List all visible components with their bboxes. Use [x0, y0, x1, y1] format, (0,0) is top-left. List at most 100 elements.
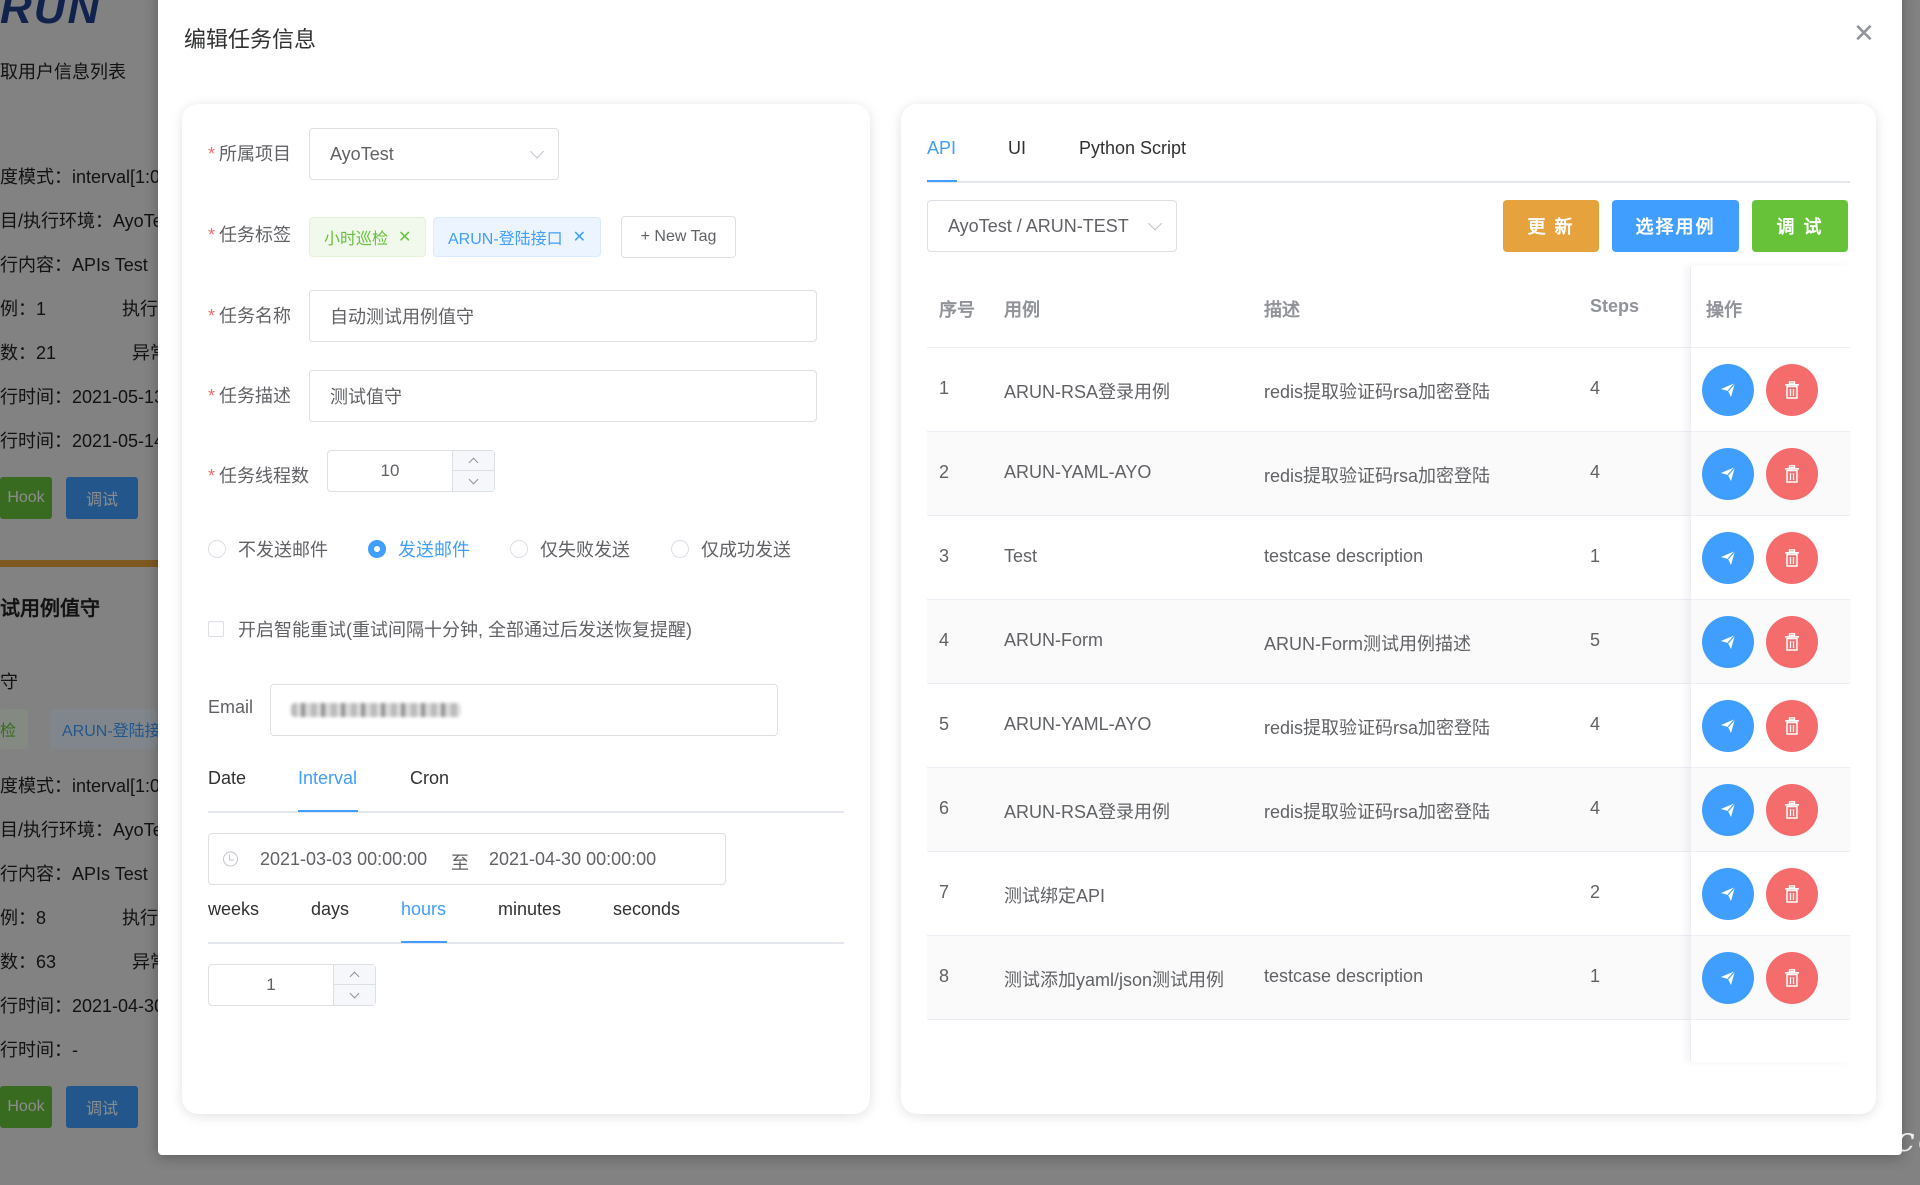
column-header: 用例 — [1004, 300, 1040, 320]
date-range-picker[interactable]: 2021-03-03 00:00:00 至 2021-04-30 00:00:0… — [208, 833, 726, 885]
row-number: 7 — [939, 882, 950, 902]
task-name-input[interactable]: 自动测试用例值守 — [309, 290, 817, 342]
row-description: redis提取验证码rsa加密登陆 — [1264, 466, 1491, 486]
row-case-name: ARUN-RSA登录用例 — [1004, 382, 1171, 402]
row-case-name: Test — [1004, 546, 1038, 566]
row-steps: 2 — [1590, 882, 1601, 902]
interval-unit-tabs: weeks days hours minutes seconds — [208, 899, 844, 939]
chevron-down-icon — [468, 474, 479, 484]
row-description: redis提取验证码rsa加密登陆 — [1264, 802, 1491, 822]
tags-label: * 任务标签 — [208, 225, 292, 245]
row-steps: 5 — [1590, 630, 1601, 650]
dialog-title: 编辑任务信息 — [184, 27, 317, 52]
name-label: * 任务名称 — [208, 306, 292, 326]
tab-seconds[interactable]: seconds — [613, 899, 680, 920]
tab-days[interactable]: days — [311, 899, 349, 920]
radio-success-only[interactable]: 仅成功发送 — [671, 536, 791, 562]
row-steps: 4 — [1590, 462, 1601, 482]
tab-minutes[interactable]: minutes — [498, 899, 561, 920]
testcase-card: API UI Python Script AyoTest / ARUN-TEST… — [901, 104, 1876, 1114]
chevron-down-icon — [529, 144, 545, 159]
row-case-name: ARUN-RSA登录用例 — [1004, 802, 1171, 822]
tab-weeks[interactable]: weeks — [208, 899, 259, 920]
task-desc-input[interactable]: 测试值守 — [309, 370, 817, 422]
row-case-name: 测试添加yaml/json测试用例 — [1004, 970, 1225, 990]
row-case-name: 测试绑定API — [1004, 886, 1106, 906]
row-number: 3 — [939, 546, 950, 566]
threads-label: * 任务线程数 — [208, 466, 310, 486]
row-number: 6 — [939, 798, 950, 818]
range-end: 2021-04-30 00:00:00 — [489, 849, 657, 869]
row-case-name: ARUN-Form — [1004, 630, 1103, 650]
new-tag-button[interactable]: + New Tag — [621, 216, 736, 258]
radio-fail-only[interactable]: 仅失败发送 — [510, 536, 630, 562]
range-separator: 至 — [451, 853, 469, 873]
tab-divider — [208, 942, 844, 944]
radio-no-mail[interactable]: 不发送邮件 — [208, 536, 328, 562]
chevron-up-icon — [349, 971, 360, 982]
smart-retry-checkbox[interactable]: 开启智能重试(重试间隔十分钟, 全部通过后发送恢复提醒) — [208, 616, 692, 642]
increase-button[interactable] — [334, 965, 375, 985]
column-header: 描述 — [1264, 300, 1300, 320]
email-label: Email — [208, 697, 254, 717]
tab-date[interactable]: Date — [208, 768, 246, 789]
tab-api[interactable]: API — [927, 138, 956, 159]
row-case-name: ARUN-YAML-AYO — [1004, 462, 1152, 482]
close-icon[interactable]: ✕ — [398, 227, 411, 247]
row-number: 2 — [939, 462, 950, 482]
row-case-name: ARUN-YAML-AYO — [1004, 714, 1152, 734]
tab-python-script[interactable]: Python Script — [1079, 138, 1186, 159]
desc-label: * 任务描述 — [208, 386, 292, 406]
row-description: testcase description — [1264, 966, 1424, 986]
tab-active-indicator — [401, 941, 447, 943]
project-select[interactable]: AyoTest — [309, 128, 559, 180]
column-header: Steps — [1590, 296, 1640, 316]
watermark: testerhome.com — [1656, 1120, 1920, 1160]
row-steps: 4 — [1590, 798, 1601, 818]
close-icon[interactable]: ✕ — [573, 227, 586, 247]
tab-hours[interactable]: hours — [401, 899, 446, 920]
project-label: * 所属项目 — [208, 144, 292, 164]
interval-stepper[interactable]: 1 — [208, 964, 376, 1006]
row-description: ARUN-Form测试用例描述 — [1264, 634, 1471, 654]
row-description: testcase description — [1264, 546, 1424, 566]
row-steps: 4 — [1590, 378, 1601, 398]
row-number: 4 — [939, 630, 950, 650]
redacted-email — [291, 703, 461, 717]
update-button[interactable]: 更 新 — [1503, 200, 1599, 252]
tab-interval[interactable]: Interval — [298, 768, 357, 789]
row-description: redis提取验证码rsa加密登陆 — [1264, 718, 1491, 738]
task-tag: ARUN-登陆接口 ✕ — [433, 217, 602, 257]
threads-value: 10 — [380, 461, 400, 480]
threads-stepper[interactable]: 10 — [327, 450, 495, 492]
actions-fixed-column — [1690, 266, 1850, 1062]
row-steps: 4 — [1590, 714, 1601, 734]
schedule-tabs: Date Interval Cron — [208, 768, 844, 808]
tab-ui[interactable]: UI — [1008, 138, 1026, 159]
chevron-down-icon — [349, 988, 360, 998]
task-tag: 小时巡检 ✕ — [309, 217, 427, 257]
testcase-type-tabs: API UI Python Script — [927, 138, 1850, 178]
env-select[interactable]: AyoTest / ARUN-TEST — [927, 200, 1177, 252]
interval-value: 1 — [266, 975, 276, 994]
column-header: 序号 — [939, 300, 975, 320]
tab-cron[interactable]: Cron — [410, 768, 449, 789]
choose-testcase-button[interactable]: 选择用例 — [1612, 200, 1739, 252]
range-start: 2021-03-03 00:00:00 — [260, 849, 428, 869]
debug-button[interactable]: 调 试 — [1752, 200, 1848, 252]
task-form-card: * 所属项目 AyoTest * 任务标签 小时巡检 ✕ ARUN-登陆接口 ✕ + N… — [182, 104, 870, 1114]
tab-divider — [927, 181, 1850, 183]
email-input[interactable] — [270, 684, 778, 736]
close-icon[interactable]: ✕ — [1853, 20, 1875, 46]
chevron-down-icon — [1147, 216, 1163, 231]
tab-active-indicator — [298, 810, 358, 812]
edit-task-dialog: 编辑任务信息 ✕ * 所属项目 AyoTest * 任务标签 小时巡检 ✕ ARUN-… — [158, 0, 1902, 1155]
chevron-up-icon — [468, 457, 479, 468]
decrease-button[interactable] — [334, 985, 375, 1005]
row-number: 1 — [939, 378, 950, 398]
increase-button[interactable] — [453, 451, 494, 471]
row-number: 5 — [939, 714, 950, 734]
decrease-button[interactable] — [453, 471, 494, 491]
clock-icon — [223, 851, 238, 867]
radio-send-mail[interactable]: 发送邮件 — [368, 536, 470, 562]
